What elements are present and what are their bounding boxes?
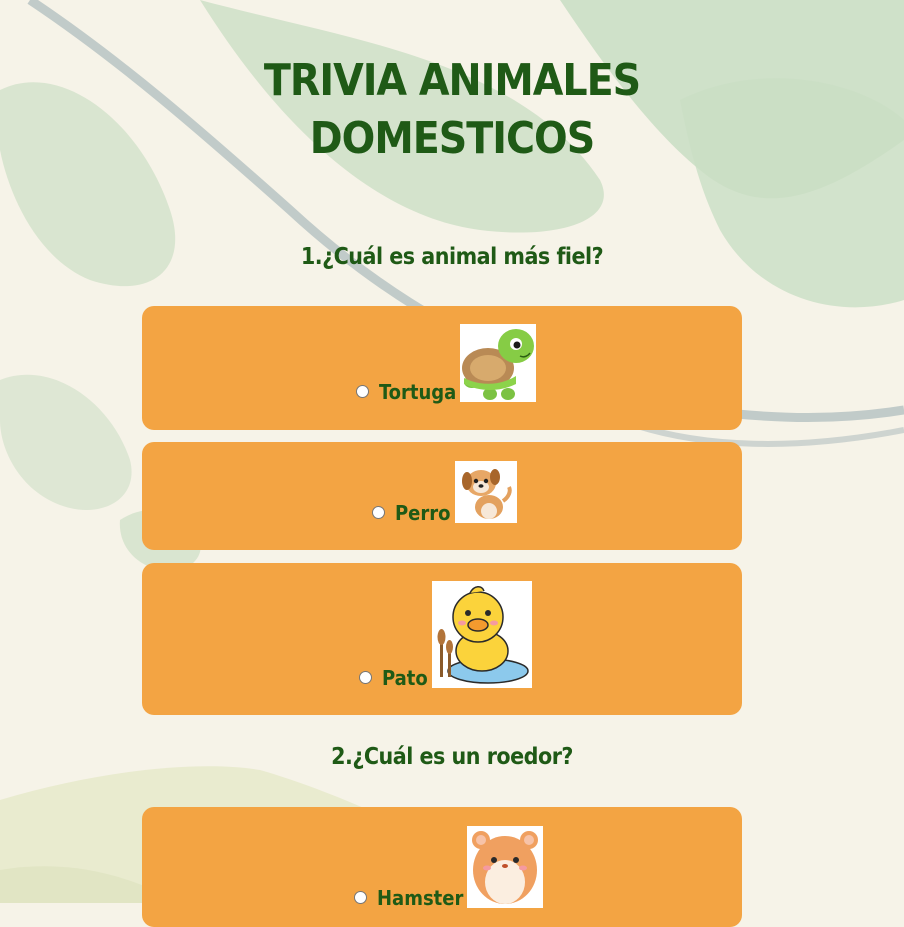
title-line-1: TRIVIA ANIMALES [263,55,641,106]
page-title: TRIVIA ANIMALES DOMESTICOS [0,52,904,168]
option-perro[interactable]: Perro [372,461,517,523]
trivia-page: TRIVIA ANIMALES DOMESTICOS 1.¿Cuál es an… [0,0,904,927]
answer-card-tortuga[interactable]: Tortuga [142,306,742,430]
option-label-tortuga: Tortuga [379,380,457,404]
option-label-perro: Perro [395,501,451,525]
title-line-2: DOMESTICOS [309,113,595,164]
answer-card-pato[interactable]: Pato [142,563,742,715]
option-label-hamster: Hamster [377,886,464,910]
radio-tortuga[interactable] [356,385,369,398]
hamster-icon [467,826,544,908]
answer-card-hamster[interactable]: Hamster [142,807,742,927]
dog-icon [454,461,517,523]
answer-card-perro[interactable]: Perro [142,442,742,550]
radio-pato[interactable] [359,671,372,684]
question-1-text: 1.¿Cuál es animal más fiel? [300,244,604,270]
option-tortuga[interactable]: Tortuga [356,324,537,404]
radio-hamster[interactable] [354,891,367,904]
turtle-icon [460,324,537,402]
option-hamster[interactable]: Hamster [354,826,544,910]
radio-perro[interactable] [372,506,385,519]
option-pato[interactable]: Pato [359,581,532,688]
question-2-text: 2.¿Cuál es un roedor? [331,744,573,770]
option-label-pato: Pato [382,666,428,690]
duck-icon [431,581,532,688]
